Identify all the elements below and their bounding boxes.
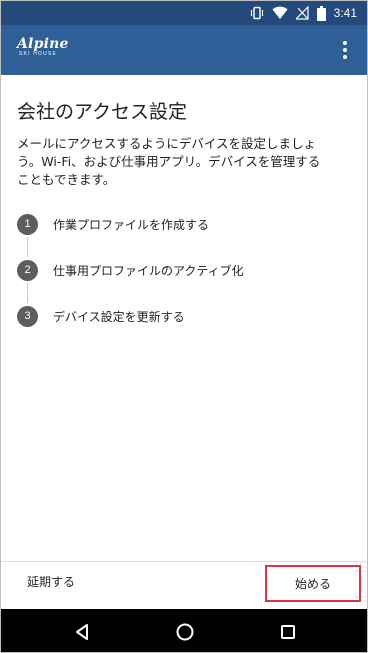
- step-label: 仕事用プロファイルのアクティブ化: [53, 263, 244, 278]
- status-icons: 3:41: [250, 4, 357, 22]
- recents-icon[interactable]: [277, 621, 299, 643]
- step-number: 3: [17, 305, 38, 327]
- app-logo: Alpine SKI HOUSE: [17, 36, 69, 58]
- system-nav-bar: [1, 609, 367, 652]
- step-label: 作業プロファイルを作成する: [53, 217, 210, 232]
- screen: 3:41 Alpine SKI HOUSE 会社のアクセス設定 メールにアクセス…: [0, 0, 368, 653]
- more-vert-icon[interactable]: [333, 38, 357, 62]
- page-title: 会社のアクセス設定: [17, 101, 188, 123]
- step-item-2: 2 仕事用プロファイルのアクティブ化: [17, 257, 244, 283]
- action-bar: 延期する 始める: [1, 561, 367, 609]
- step-item-1: 1 作業プロファイルを作成する: [17, 211, 209, 237]
- start-button[interactable]: 始める: [265, 565, 361, 602]
- home-icon[interactable]: [174, 621, 196, 643]
- postpone-button[interactable]: 延期する: [27, 573, 75, 590]
- clock: 3:41: [333, 6, 357, 20]
- step-connector: [27, 283, 28, 303]
- back-icon[interactable]: [71, 621, 93, 643]
- logo-sub-text: SKI HOUSE: [19, 51, 58, 57]
- step-item-3: 3 デバイス設定を更新する: [17, 303, 185, 329]
- app-bar: Alpine SKI HOUSE: [1, 25, 367, 75]
- page-description: メールにアクセスするようにデバイスを設定しましょう。Wi-Fi、および仕事用アプ…: [17, 136, 321, 187]
- step-connector: [27, 237, 28, 257]
- status-bar: 3:41: [1, 1, 367, 25]
- step-label: デバイス設定を更新する: [53, 309, 185, 324]
- signal-icon: [295, 6, 309, 20]
- battery-icon: [316, 5, 326, 21]
- logo-main-text: Alpine: [17, 36, 69, 52]
- step-number: 1: [17, 213, 38, 235]
- step-number: 2: [17, 259, 38, 281]
- vibrate-icon: [250, 6, 264, 20]
- wifi-icon: [272, 6, 288, 20]
- start-button-label: 始める: [294, 577, 331, 591]
